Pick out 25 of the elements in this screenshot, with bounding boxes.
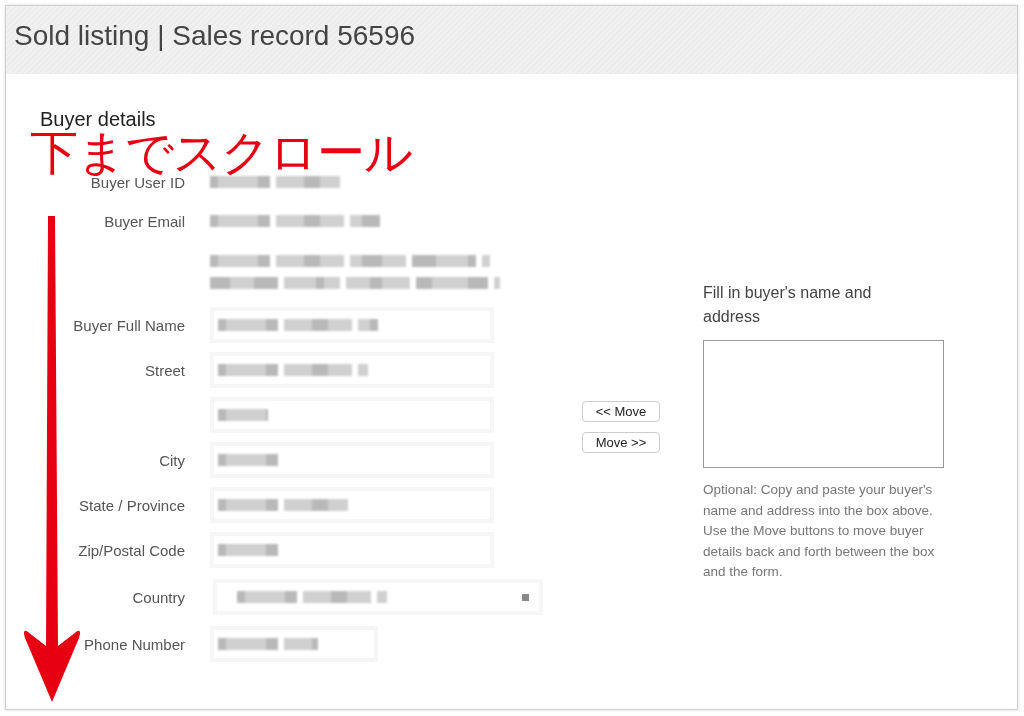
field-label: Street (144, 361, 185, 379)
field-label: Buyer Full Name (73, 316, 185, 334)
blurred-text-icon (210, 252, 500, 291)
country-select[interactable] (213, 579, 543, 615)
move-button[interactable]: << Move (582, 401, 660, 422)
field-label: Zip/Postal Code (78, 541, 185, 559)
annotation-text: 下までスクロール (30, 130, 412, 174)
input-field[interactable] (210, 626, 378, 662)
section-heading: Buyer details (40, 108, 156, 131)
field-label: State / Province (79, 496, 185, 514)
field-label: Buyer Email (104, 212, 185, 230)
help-text: Optional: Copy and paste your buyer's name and address into the box above. Use the Move buttons to move buyer details back and forth between the box and the form. (703, 481, 936, 581)
input-field[interactable] (210, 307, 494, 343)
input-field[interactable] (210, 487, 494, 523)
field-label: City (159, 451, 185, 469)
move-button[interactable]: Move >> (582, 432, 660, 453)
field-label: Country (132, 588, 185, 606)
paste-textarea[interactable] (703, 340, 944, 468)
page-title: Sold listing | Sales record 56596 (14, 20, 417, 52)
paste-heading: Fill in buyer's name and address (703, 283, 873, 327)
input-field[interactable] (210, 442, 494, 478)
input-field[interactable] (210, 352, 494, 388)
input-field[interactable] (210, 532, 494, 568)
field-label: Phone Number (84, 635, 185, 653)
input-field[interactable] (210, 397, 494, 433)
